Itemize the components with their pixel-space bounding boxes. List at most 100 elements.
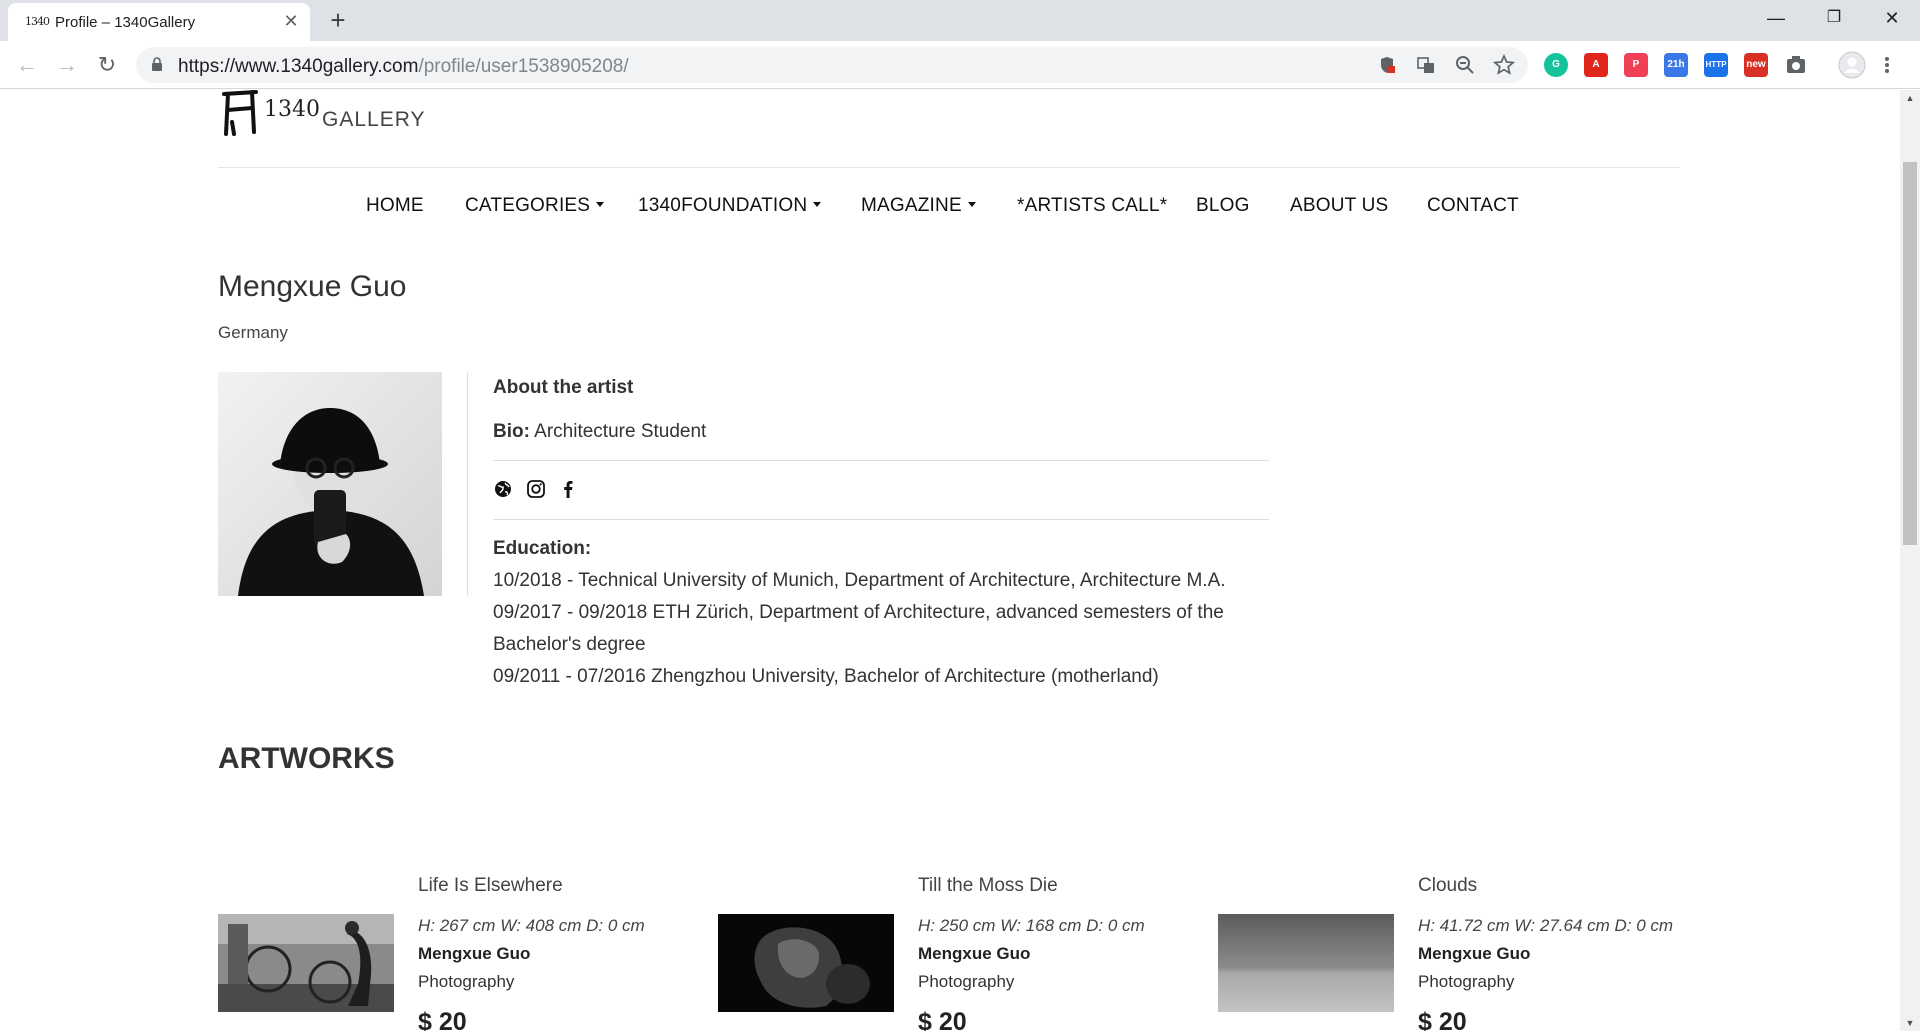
artwork-thumbnail[interactable] (218, 914, 394, 1012)
logo-mark-icon: 1340 (222, 90, 320, 136)
artwork-price: $ 20 (1418, 1008, 1467, 1031)
caret-down-icon (596, 201, 605, 207)
http-extension-icon[interactable]: HTTP (1704, 53, 1728, 77)
page-scrollbar[interactable]: ▲ ▼ (1900, 90, 1920, 1031)
camera-extension-icon[interactable] (1784, 53, 1808, 77)
main-navigation: HOME CATEGORIES 1340FOUNDATION MAGAZINE … (0, 195, 1900, 225)
logo-text: GALLERY (322, 108, 426, 131)
artwork-title[interactable]: Life Is Elsewhere (418, 875, 563, 897)
browser-toolbar: ← → ↻ https://www.1340gallery.com/profil… (0, 41, 1920, 89)
artist-country: Germany (218, 323, 288, 342)
lock-icon (152, 57, 162, 71)
address-bar[interactable]: https://www.1340gallery.com/profile/user… (136, 47, 1528, 83)
artwork-category: Photography (1418, 972, 1515, 991)
favicon-icon: 1340 (25, 15, 50, 28)
nav-label: CONTACT (1427, 195, 1519, 216)
artwork-price: $ 20 (918, 1008, 967, 1031)
artwork-dimensions: H: 41.72 cm W: 27.64 cm D: 0 cm (1418, 916, 1674, 935)
education-line: Bachelor's degree (493, 634, 646, 655)
site-logo[interactable]: 1340 GALLERY (218, 90, 428, 136)
zoom-icon[interactable] (1454, 54, 1476, 76)
url-host: https://www.1340gallery.com (178, 56, 419, 77)
profile-avatar-icon[interactable] (1838, 51, 1866, 79)
close-window-button[interactable]: ✕ (1868, 0, 1916, 36)
artwork-title[interactable]: Till the Moss Die (918, 875, 1058, 897)
nav-categories[interactable]: CATEGORIES (465, 195, 605, 217)
artwork-image (218, 914, 394, 1012)
education-line: 09/2011 - 07/2016 Zhengzhou University, … (493, 666, 1159, 687)
bookmark-star-icon[interactable] (1493, 54, 1515, 76)
portrait-image (218, 372, 442, 596)
new-extension-icon[interactable]: new (1744, 53, 1768, 77)
nav-home[interactable]: HOME (366, 195, 424, 217)
artwork-image (1218, 914, 1394, 1012)
nav-label: CATEGORIES (465, 195, 591, 216)
header-divider (218, 167, 1680, 168)
web-page: 1340 GALLERY HOME CATEGORIES 1340FOUNDAT… (0, 90, 1900, 1031)
nav-1340foundation[interactable]: 1340FOUNDATION (638, 195, 822, 217)
restore-window-button[interactable]: ❐ (1810, 0, 1858, 36)
bio-label: Bio: (493, 421, 530, 442)
artwork-thumbnail[interactable] (1218, 914, 1394, 1012)
browser-tabstrip: 1340 Profile – 1340Gallery ✕ + — ❐ ✕ (0, 0, 1920, 41)
bio-divider (493, 460, 1269, 461)
svg-text:1340: 1340 (264, 97, 320, 122)
forward-button[interactable]: → (52, 50, 82, 80)
nav-label: HOME (366, 195, 424, 216)
artwork-category: Photography (918, 972, 1015, 991)
artist-name: Mengxue Guo (218, 270, 407, 303)
scrollbar-thumb[interactable] (1903, 162, 1917, 545)
artwork-image (718, 914, 894, 1012)
social-divider (493, 519, 1269, 520)
artist-portrait (218, 372, 442, 596)
artwork-artist[interactable]: Mengxue Guo (418, 944, 530, 964)
globe-icon[interactable] (492, 478, 514, 500)
nav-contact[interactable]: CONTACT (1427, 195, 1519, 217)
artwork-dimensions: H: 267 cm W: 408 cm D: 0 cm (418, 916, 645, 935)
bio-value: Architecture Student (534, 421, 707, 442)
browser-tab[interactable]: 1340 Profile – 1340Gallery ✕ (8, 3, 310, 41)
browser-menu-icon[interactable] (1882, 55, 1892, 75)
tab-title: Profile – 1340Gallery (55, 14, 196, 31)
artwork-artist[interactable]: Mengxue Guo (918, 944, 1030, 964)
minimize-window-button[interactable]: — (1752, 0, 1800, 36)
caret-down-icon (813, 201, 822, 207)
caret-down-icon (967, 201, 976, 207)
education-line: 10/2018 - Technical University of Munich… (493, 570, 1226, 591)
nav-label: *ARTISTS CALL* (1017, 195, 1168, 216)
facebook-icon[interactable] (557, 478, 579, 500)
about-title: About the artist (493, 377, 634, 398)
artwork-title[interactable]: Clouds (1418, 875, 1477, 897)
shield-icon[interactable] (1376, 54, 1398, 76)
artwork-thumbnail[interactable] (718, 914, 894, 1012)
pocket-extension-icon[interactable]: P (1624, 53, 1648, 77)
close-tab-icon[interactable]: ✕ (280, 10, 302, 32)
calendar-extension-icon[interactable]: 21h (1664, 53, 1688, 77)
nav-label: MAGAZINE (861, 195, 962, 216)
artwork-dimensions: H: 250 cm W: 168 cm D: 0 cm (918, 916, 1145, 935)
new-tab-button[interactable]: + (323, 5, 353, 35)
education-line: 09/2017 - 09/2018 ETH Zürich, Department… (493, 602, 1224, 623)
grammarly-extension-icon[interactable]: G (1544, 53, 1568, 77)
bio: Bio: Architecture Student (493, 421, 706, 443)
artworks-title: ARTWORKS (218, 742, 395, 775)
education-title: Education: (493, 538, 592, 559)
nav-blog[interactable]: BLOG (1196, 195, 1250, 217)
nav-label: 1340FOUNDATION (638, 195, 808, 216)
url-path: /profile/user1538905208/ (418, 56, 629, 77)
artwork-price: $ 20 (418, 1008, 467, 1031)
back-button[interactable]: ← (12, 50, 42, 80)
reload-button[interactable]: ↻ (92, 50, 122, 80)
scroll-up-arrow-icon[interactable]: ▲ (1900, 90, 1920, 106)
translate-icon[interactable] (1415, 54, 1437, 76)
acrobat-extension-icon[interactable]: A (1584, 53, 1608, 77)
artwork-artist[interactable]: Mengxue Guo (1418, 944, 1530, 964)
nav-about-us[interactable]: ABOUT US (1290, 195, 1388, 217)
artwork-category: Photography (418, 972, 515, 991)
nav-magazine[interactable]: MAGAZINE (861, 195, 976, 217)
nav-artists-call[interactable]: *ARTISTS CALL* (1017, 195, 1167, 217)
instagram-icon[interactable] (525, 478, 547, 500)
nav-label: ABOUT US (1290, 195, 1389, 216)
profile-divider (467, 372, 468, 596)
scroll-down-arrow-icon[interactable]: ▼ (1900, 1015, 1920, 1031)
